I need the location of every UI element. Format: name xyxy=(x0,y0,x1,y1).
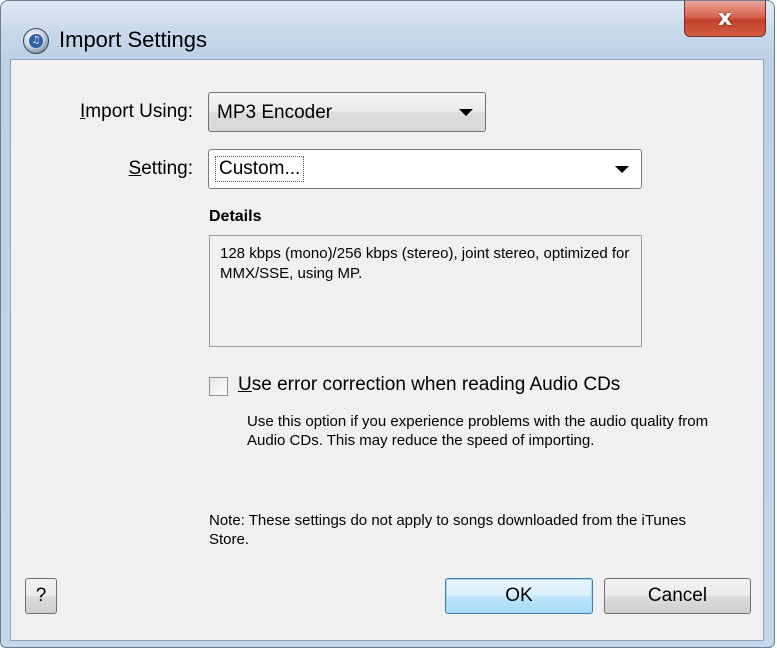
cancel-button[interactable]: Cancel xyxy=(604,578,751,614)
setting-accelerator: S xyxy=(128,158,142,179)
itunes-store-note: Note: These settings do not apply to son… xyxy=(209,512,686,548)
setting-value: Custom... xyxy=(215,156,305,182)
window-title: Import Settings xyxy=(59,27,207,52)
close-icon: x xyxy=(717,6,733,31)
import-using-value: MP3 Encoder xyxy=(217,102,333,123)
error-correction-accelerator: U xyxy=(238,374,252,395)
chevron-down-icon xyxy=(459,109,473,116)
title-bar[interactable]: ♫ Import Settings xyxy=(1,1,774,57)
import-using-label-text: mport Using: xyxy=(85,101,193,122)
setting-label-text: etting: xyxy=(141,158,193,179)
import-using-dropdown[interactable]: MP3 Encoder xyxy=(208,92,486,132)
close-button[interactable]: x xyxy=(684,1,766,37)
help-button[interactable]: ? xyxy=(25,578,57,614)
import-settings-dialog: ♫ Import Settings x Import Using: MP3 En… xyxy=(0,0,775,648)
chevron-down-icon xyxy=(615,166,629,173)
error-correction-label-text: se error correction when reading Audio C… xyxy=(251,374,621,395)
import-using-label: Import Using: xyxy=(61,101,193,123)
error-correction-checkbox[interactable] xyxy=(209,377,228,396)
details-text: 128 kbps (mono)/256 kbps (stereo), joint… xyxy=(209,235,642,347)
setting-label: Setting: xyxy=(61,158,193,180)
error-correction-label[interactable]: Use error correction when reading Audio … xyxy=(238,374,620,396)
ok-button[interactable]: OK xyxy=(445,578,593,614)
error-correction-help: Use this option if you experience proble… xyxy=(247,413,709,449)
setting-dropdown[interactable]: Custom... xyxy=(208,149,642,189)
dialog-body: Import Using: MP3 Encoder Setting: Custo… xyxy=(10,59,764,641)
details-heading: Details xyxy=(209,208,262,225)
itunes-icon: ♫ xyxy=(23,28,49,54)
